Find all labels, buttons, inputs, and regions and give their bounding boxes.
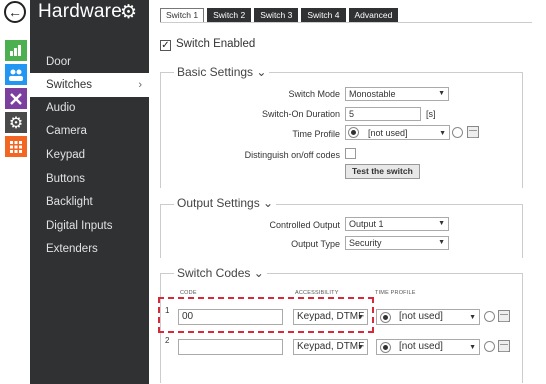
- chevron-down-icon: ▼: [438, 90, 445, 97]
- chevron-down-icon: ▼: [438, 220, 445, 227]
- chevron-down-icon: ▼: [469, 314, 476, 321]
- column-header-accessibility: ACCESSIBILITY: [295, 290, 339, 296]
- switch-on-duration-label: Switch-On Duration: [261, 109, 340, 119]
- sidebar-item-switches[interactable]: Switches ›: [30, 73, 149, 97]
- output-settings-section: [160, 204, 523, 258]
- output-type-label: Output Type: [291, 239, 340, 249]
- bar-chart-icon[interactable]: [5, 40, 27, 61]
- controlled-output-label: Controlled Output: [269, 220, 340, 230]
- time-profile-label: Time Profile: [292, 129, 340, 139]
- time-profile-value: [not used]: [368, 128, 408, 138]
- accessibility-value: Keypad, DTMF: [297, 311, 365, 322]
- time-profile-radio[interactable]: [380, 312, 391, 323]
- users-icon[interactable]: [5, 64, 27, 85]
- column-header-time-profile: TIME PROFILE: [375, 290, 416, 296]
- sidebar-item-camera[interactable]: Camera: [30, 119, 149, 143]
- output-settings-title[interactable]: Output Settings ⌄: [174, 196, 277, 210]
- time-profile-radio-off[interactable]: [452, 127, 463, 138]
- time-profile-select[interactable]: [not used] ▼: [376, 339, 480, 355]
- tab-switch-2[interactable]: Switch 2: [207, 8, 252, 23]
- tab-advanced[interactable]: Advanced: [348, 8, 399, 23]
- gear-icon: ⚙: [120, 2, 138, 23]
- distinguish-codes-label: Distinguish on/off codes: [244, 150, 340, 160]
- chevron-down-icon: ▼: [469, 344, 476, 351]
- code-input[interactable]: [178, 339, 283, 355]
- time-profile-radio-off[interactable]: [484, 311, 495, 322]
- switch-mode-label: Switch Mode: [288, 89, 340, 99]
- output-type-value: Security: [349, 238, 382, 248]
- back-icon[interactable]: ←: [4, 1, 26, 23]
- switch-codes-title[interactable]: Switch Codes ⌄: [174, 266, 267, 280]
- sidebar-item-backlight[interactable]: Backlight: [30, 190, 149, 214]
- calendar-icon[interactable]: [467, 126, 479, 138]
- tools-icon[interactable]: [5, 88, 27, 109]
- column-header-code: CODE: [180, 290, 197, 296]
- tab-bar: Switch 1 Switch 2 Switch 3 Switch 4 Adva…: [160, 8, 399, 23]
- switch-on-duration-input[interactable]: 5: [345, 107, 421, 121]
- time-profile-radio[interactable]: [380, 342, 391, 353]
- accessibility-select[interactable]: Keypad, DTMF ▼: [293, 339, 368, 355]
- switch-mode-select[interactable]: Monostable ▼: [345, 87, 449, 101]
- sidebar-title: Hardware: [38, 1, 122, 22]
- chevron-down-icon: ▼: [439, 130, 446, 137]
- sidebar-item-label: Switches: [46, 79, 93, 91]
- row-number: 1: [165, 306, 170, 315]
- sidebar-item-buttons[interactable]: Buttons: [30, 167, 149, 191]
- chevron-down-icon: ▼: [438, 239, 445, 246]
- row-number: 2: [165, 336, 170, 345]
- accessibility-value: Keypad, DTMF: [297, 341, 365, 352]
- time-profile-select[interactable]: [not used] ▼: [376, 309, 480, 325]
- tab-switch-1[interactable]: Switch 1: [160, 8, 205, 23]
- tab-divider: [160, 22, 532, 23]
- duration-unit: [s]: [426, 109, 436, 119]
- switch-mode-value: Monostable: [349, 89, 396, 99]
- sidebar-item-audio[interactable]: Audio: [30, 96, 149, 120]
- time-profile-radio[interactable]: [348, 127, 359, 138]
- tab-switch-3[interactable]: Switch 3: [254, 8, 299, 23]
- accessibility-select[interactable]: Keypad, DTMF ▼: [293, 309, 368, 325]
- output-type-select[interactable]: Security ▼: [345, 236, 449, 250]
- test-switch-button[interactable]: Test the switch: [345, 164, 420, 179]
- gear-icon[interactable]: ⚙: [5, 112, 27, 133]
- chevron-down-icon: ▼: [357, 314, 364, 321]
- controlled-output-value: Output 1: [349, 219, 384, 229]
- distinguish-codes-checkbox[interactable]: [345, 148, 356, 159]
- sidebar: Hardware ⚙ Door Switches › Audio Camera …: [30, 0, 149, 384]
- sidebar-item-digital-inputs[interactable]: Digital Inputs: [30, 214, 149, 238]
- switch-enabled-label: Switch Enabled: [176, 38, 256, 50]
- basic-settings-title[interactable]: Basic Settings ⌄: [174, 65, 270, 79]
- switch-enabled-checkbox[interactable]: ✓: [160, 40, 171, 51]
- tab-switch-4[interactable]: Switch 4: [301, 8, 346, 23]
- time-profile-select[interactable]: [not used] ▼: [345, 125, 450, 140]
- time-profile-value: [not used]: [399, 311, 443, 322]
- sidebar-item-keypad[interactable]: Keypad: [30, 143, 149, 167]
- chevron-down-icon: ▼: [357, 344, 364, 351]
- controlled-output-select[interactable]: Output 1 ▼: [345, 217, 449, 231]
- time-profile-value: [not used]: [399, 341, 443, 352]
- calendar-icon[interactable]: [498, 340, 510, 352]
- time-profile-radio-off[interactable]: [484, 341, 495, 352]
- code-input[interactable]: 00: [178, 309, 283, 325]
- grid-icon[interactable]: [5, 136, 27, 157]
- sidebar-item-extenders[interactable]: Extenders: [30, 237, 149, 261]
- calendar-icon[interactable]: [498, 310, 510, 322]
- sidebar-item-door[interactable]: Door: [30, 50, 149, 74]
